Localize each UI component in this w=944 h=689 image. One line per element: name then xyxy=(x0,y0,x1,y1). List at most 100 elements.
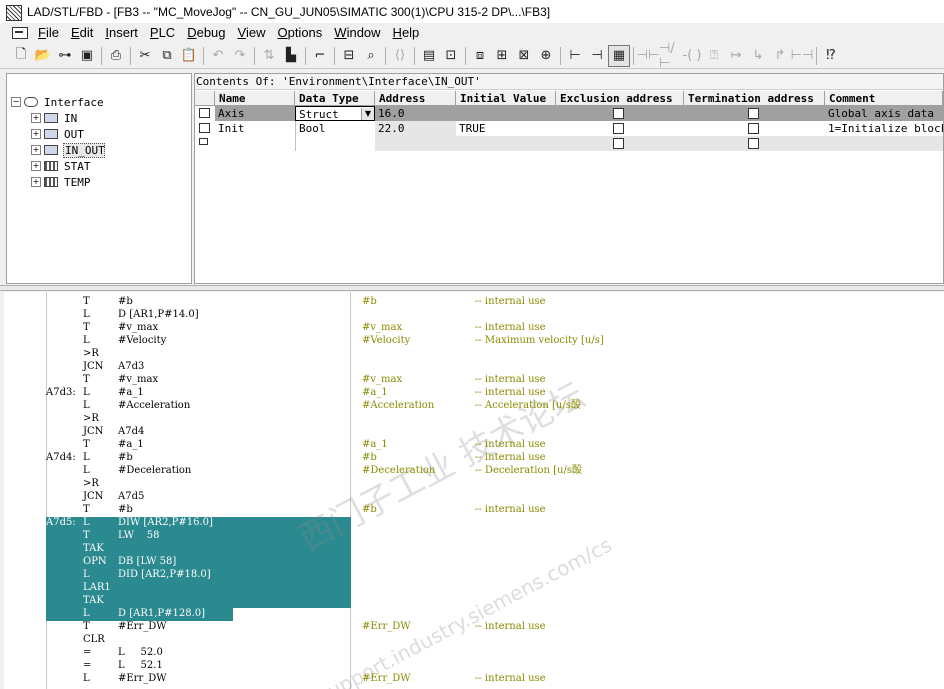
header-data-type[interactable]: Data Type xyxy=(295,91,375,106)
cell-exclusion xyxy=(556,106,684,121)
contact-icon[interactable]: ⊠ xyxy=(513,45,535,67)
cell-name[interactable]: Init xyxy=(215,121,295,136)
termination-checkbox[interactable] xyxy=(748,108,759,119)
termination-checkbox[interactable] xyxy=(748,123,759,134)
stl-icon[interactable]: ▦ xyxy=(608,44,630,67)
cell-data-type[interactable]: Bool xyxy=(295,121,375,136)
code-label xyxy=(46,672,84,685)
coil-out-icon[interactable]: -( ) xyxy=(681,45,703,67)
header-address[interactable]: Address xyxy=(375,91,456,106)
tree-root[interactable]: − Interface xyxy=(11,95,104,109)
arrow-icon[interactable]: ↳ xyxy=(747,45,769,67)
code-operand: #Err_DW xyxy=(118,673,167,684)
cell-comment[interactable]: 1=Initialize block xyxy=(825,121,943,136)
code-comment-divider xyxy=(350,292,351,689)
tree-item-in[interactable]: + IN xyxy=(31,111,103,125)
stl-code-editor[interactable]: 西门子工业 技术论坛 support.industry.siemens.com/… xyxy=(4,292,944,689)
new-icon[interactable]: 🗋 xyxy=(10,45,32,67)
jump-icon[interactable]: ↱ xyxy=(769,45,791,67)
exclusion-checkbox[interactable] xyxy=(613,138,624,149)
header-name[interactable]: Name xyxy=(215,91,295,106)
cell-initial[interactable]: TRUE xyxy=(456,121,556,136)
code-label xyxy=(46,360,84,373)
exclusion-checkbox[interactable] xyxy=(613,108,624,119)
data-type-dropdown[interactable]: Struct ▼ xyxy=(295,106,375,121)
menu-plc[interactable]: PLC xyxy=(144,23,181,43)
code-operand: #Velocity xyxy=(118,335,167,346)
cut-icon[interactable]: ✂ xyxy=(134,45,156,67)
redo-icon[interactable]: ↷ xyxy=(229,45,251,67)
branch-close-icon[interactable]: ↦ xyxy=(725,45,747,67)
paste-icon[interactable]: 📋 xyxy=(178,45,200,67)
cell-name[interactable] xyxy=(215,136,295,151)
table-row[interactable]: Init Bool 22.0 TRUE 1=Initialize block xyxy=(195,121,943,136)
chevron-down-icon[interactable]: ▼ xyxy=(361,108,374,120)
tree-item-stat[interactable]: + STAT xyxy=(31,159,103,173)
table-row[interactable]: Axis Struct ▼ 16.0 Global axis data xyxy=(195,106,943,121)
box-icon[interactable]: ⊢ xyxy=(564,45,586,67)
tree-item-in-out[interactable]: + IN_OUT xyxy=(31,142,105,158)
overview-icon[interactable]: ⌕ xyxy=(360,45,382,67)
contact-no-icon[interactable]: ⊣⊢ xyxy=(637,45,660,67)
cell-initial[interactable] xyxy=(456,106,556,121)
contact-nc-icon[interactable]: ⊣/⊢ xyxy=(659,41,681,71)
branch-open-icon[interactable]: ⊣ xyxy=(586,45,608,67)
details-icon[interactable]: ⧈ xyxy=(469,45,491,67)
header-comment[interactable]: Comment xyxy=(825,91,943,106)
network-icon[interactable]: ⊟ xyxy=(338,45,360,67)
expand-icon[interactable]: + xyxy=(31,113,41,123)
table-row[interactable] xyxy=(195,136,943,151)
cell-comment[interactable] xyxy=(825,136,943,151)
box-insert-icon[interactable]: ⍰ xyxy=(703,45,725,67)
expand-icon[interactable]: + xyxy=(31,145,41,155)
copy-icon[interactable]: ⧉ xyxy=(156,45,178,67)
cell-initial[interactable] xyxy=(456,136,556,151)
code-label xyxy=(46,399,84,412)
window-icon[interactable]: ▤ xyxy=(418,45,440,67)
exclusion-checkbox[interactable] xyxy=(613,123,624,134)
print-icon[interactable]: ⎙ xyxy=(105,45,127,67)
code-label xyxy=(46,295,84,308)
menu-debug[interactable]: Debug xyxy=(181,23,231,43)
tree-item-temp[interactable]: + TEMP xyxy=(31,175,103,189)
coil-icon[interactable]: ⊕ xyxy=(535,45,557,67)
code-label xyxy=(46,646,84,659)
undo-icon[interactable]: ↶ xyxy=(207,45,229,67)
tree-item-label: IN_OUT xyxy=(63,142,105,158)
compare-icon[interactable]: ⟨⟩ xyxy=(389,45,411,67)
collapse-icon[interactable]: − xyxy=(11,97,21,107)
monitor-icon[interactable]: ▙ xyxy=(280,45,302,67)
split-icon[interactable]: ⊡ xyxy=(440,45,462,67)
comment-icon[interactable]: ⌐ xyxy=(309,45,331,67)
header-exclusion-address[interactable]: Exclusion address xyxy=(556,91,684,106)
expand-icon[interactable]: + xyxy=(31,129,41,139)
save-icon[interactable]: ▣ xyxy=(76,45,98,67)
connect-icon[interactable]: ⊢⊣ xyxy=(791,45,814,67)
expand-icon[interactable]: + xyxy=(31,177,41,187)
cell-comment[interactable]: Global axis data xyxy=(825,106,943,121)
menu-window[interactable]: Window xyxy=(328,23,386,43)
menu-file[interactable]: File xyxy=(32,23,65,43)
open-icon[interactable]: 📂 xyxy=(32,45,54,67)
toolbar-separator xyxy=(254,46,255,65)
system-menu-icon[interactable] xyxy=(12,27,28,39)
menu-view[interactable]: View xyxy=(232,23,272,43)
menu-edit[interactable]: Edit xyxy=(65,23,99,43)
expand-icon[interactable]: + xyxy=(31,161,41,171)
pane-splitter[interactable] xyxy=(0,285,944,291)
menu-insert[interactable]: Insert xyxy=(99,23,144,43)
load-icon[interactable]: ⇅ xyxy=(258,45,280,67)
menu-help[interactable]: Help xyxy=(387,23,426,43)
network-insert-icon[interactable]: ⊞ xyxy=(491,45,513,67)
header-initial-value[interactable]: Initial Value xyxy=(456,91,556,106)
menu-options[interactable]: Options xyxy=(271,23,328,43)
help-icon[interactable]: ⁉ xyxy=(820,45,842,67)
cell-name[interactable]: Axis xyxy=(215,106,295,121)
access-icon[interactable]: ⊶ xyxy=(54,45,76,67)
code-operand: #b xyxy=(118,296,133,307)
code-operand: L 52.0 xyxy=(118,647,163,658)
header-termination-address[interactable]: Termination address xyxy=(684,91,825,106)
termination-checkbox[interactable] xyxy=(748,138,759,149)
cell-data-type[interactable] xyxy=(295,136,375,151)
tree-item-out[interactable]: + OUT xyxy=(31,127,103,141)
